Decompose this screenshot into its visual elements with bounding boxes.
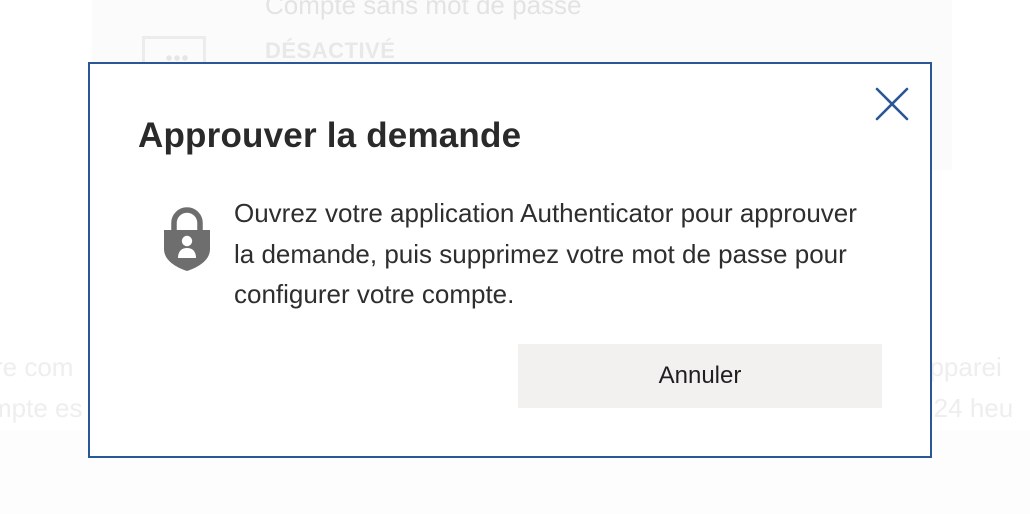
- page: Compte sans mot de passe DÉSACTIVÉ re co…: [0, 0, 1030, 514]
- cancel-button[interactable]: Annuler: [518, 344, 882, 408]
- close-icon: [875, 87, 909, 121]
- dialog-message: Ouvrez votre application Authenticator p…: [234, 198, 857, 309]
- close-button[interactable]: [874, 86, 910, 122]
- lock-person-icon: [161, 205, 213, 273]
- background-account-status: DÉSACTIVÉ: [265, 38, 396, 63]
- background-text-left-1: re com: [0, 352, 74, 382]
- background-text-left-2: mpte es: [0, 393, 83, 423]
- dialog-title: Approuver la demande: [138, 116, 522, 155]
- background-account-title: Compte sans mot de passe: [265, 0, 582, 20]
- approve-request-dialog: Approuver la demande Ouvrez votre applic…: [88, 62, 932, 458]
